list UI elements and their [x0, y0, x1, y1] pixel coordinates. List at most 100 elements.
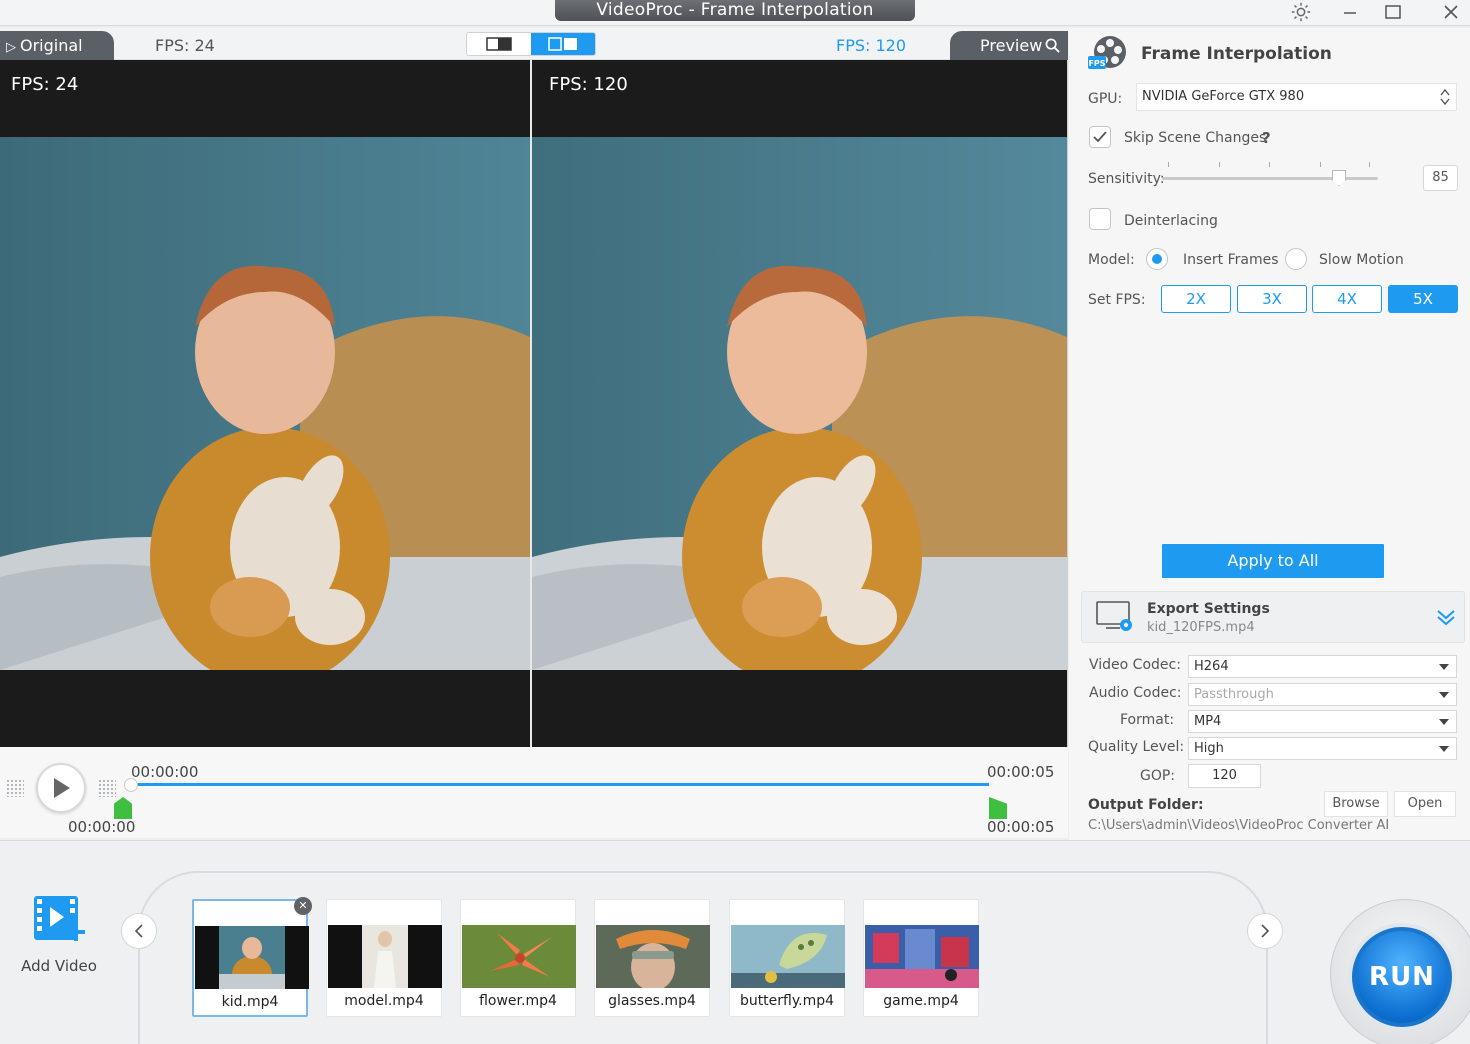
minimize-icon[interactable] [1330, 0, 1370, 24]
chevron-left-icon [134, 924, 143, 938]
export-settings-header[interactable]: Export Settings kid_120FPS.mp4 [1081, 591, 1465, 643]
grip-handle-right[interactable] [98, 779, 116, 797]
slider-tick [1168, 162, 1169, 167]
title-bar: VideoProc - Frame Interpolation [0, 0, 1470, 26]
fps-3x-button[interactable]: 3X [1237, 285, 1307, 313]
file-name: model.mp4 [344, 993, 424, 1009]
caret-down-icon [1439, 692, 1449, 698]
chevron-down-icon[interactable] [1436, 608, 1456, 626]
thumbnail-image [328, 925, 442, 988]
trim-end-handle[interactable] [989, 797, 1007, 819]
frame-interpolation-icon: FPS [1088, 36, 1126, 69]
trim-end-time: 00:00:05 [987, 818, 1055, 836]
timeline: 00:00:00 00:00:05 00:00:00 00:00:05 [0, 747, 1068, 838]
radio-slow-motion[interactable] [1285, 248, 1307, 270]
add-video-icon [34, 896, 85, 941]
search-icon [1045, 38, 1060, 53]
grip-handle-left[interactable] [6, 779, 24, 797]
sensitivity-value[interactable]: 85 [1423, 165, 1458, 191]
export-filename: kid_120FPS.mp4 [1147, 620, 1255, 635]
viewer-tab-bar: ▷ Original FPS: 24 FPS: 120 Preview [0, 28, 1068, 60]
playhead[interactable] [124, 778, 138, 792]
file-thumbnail[interactable]: model.mp4 [326, 899, 442, 1017]
browse-button[interactable]: Browse [1324, 791, 1388, 817]
play-button[interactable] [36, 763, 86, 813]
slider-tick [1219, 162, 1220, 167]
thumbnail-image [462, 925, 576, 988]
run-button[interactable]: RUN [1352, 927, 1452, 1027]
file-thumbnail[interactable]: ✕ kid.mp4 [192, 897, 312, 1017]
trim-start-handle[interactable] [114, 797, 132, 819]
panel-title: Frame Interpolation [1141, 44, 1332, 64]
output-folder-path: C:\Users\admin\Videos\VideoProc Converte… [1088, 818, 1390, 833]
video-codec-value: H264 [1194, 659, 1229, 674]
video-codec-select[interactable]: H264 [1188, 655, 1457, 678]
radio-insert-frames[interactable] [1146, 248, 1168, 270]
insert-frames-label: Insert Frames [1183, 252, 1279, 268]
tab-preview[interactable]: Preview [950, 31, 1068, 60]
skip-scene-checkbox[interactable] [1089, 126, 1111, 148]
help-icon[interactable]: ? [1262, 129, 1271, 147]
setfps-label: Set FPS: [1088, 292, 1146, 308]
single-view-button[interactable] [467, 33, 531, 55]
fps-4x-button[interactable]: 4X [1312, 285, 1382, 313]
format-select[interactable]: MP4 [1188, 710, 1457, 733]
format-value: MP4 [1194, 714, 1222, 729]
original-video-frame [0, 137, 530, 670]
file-name: game.mp4 [883, 993, 959, 1009]
tab-original-label: Original [20, 36, 83, 55]
maximize-icon[interactable] [1373, 0, 1413, 24]
thumbnail-image [195, 926, 309, 989]
video-codec-label: Video Codec: [1089, 657, 1181, 673]
check-icon [1093, 131, 1107, 143]
gop-input[interactable]: 120 [1188, 764, 1261, 788]
fps-5x-button[interactable]: 5X [1388, 285, 1458, 313]
quality-value: High [1194, 741, 1224, 756]
view-mode-toggle[interactable] [466, 32, 596, 56]
audio-codec-label: Audio Codec: [1089, 685, 1182, 701]
close-icon[interactable] [1431, 0, 1470, 24]
sensitivity-slider-thumb[interactable] [1332, 170, 1346, 186]
audio-codec-value: Passthrough [1194, 687, 1274, 702]
split-view-button[interactable] [531, 33, 595, 55]
preview-pane-label: FPS: 120 [549, 74, 628, 95]
scroll-left-button[interactable] [121, 913, 157, 949]
timeline-track[interactable] [131, 783, 989, 786]
settings-panel: FPS Frame Interpolation GPU: NVIDIA GeFo… [1069, 28, 1470, 840]
deinterlacing-label: Deinterlacing [1124, 213, 1218, 229]
tab-preview-label: Preview [980, 36, 1043, 55]
chevron-right-icon [1261, 924, 1270, 938]
add-video-label: Add Video [21, 957, 97, 975]
trim-start-time: 00:00:00 [68, 818, 136, 836]
window-title: VideoProc - Frame Interpolation [555, 0, 915, 21]
gop-label: GOP: [1140, 768, 1176, 784]
quality-select[interactable]: High [1188, 737, 1457, 760]
file-thumbnail[interactable]: flower.mp4 [460, 899, 576, 1017]
updown-icon [1440, 84, 1450, 119]
open-folder-button[interactable]: Open [1394, 791, 1456, 817]
thumbnail-image [596, 925, 710, 988]
tab-original[interactable]: ▷ Original [0, 31, 114, 60]
gear-icon[interactable] [1281, 0, 1321, 24]
output-folder-label: Output Folder: [1088, 797, 1204, 813]
file-thumbnail[interactable]: butterfly.mp4 [729, 899, 845, 1017]
audio-codec-select[interactable]: Passthrough [1188, 683, 1457, 706]
file-thumbnail[interactable]: game.mp4 [863, 899, 979, 1017]
gpu-select[interactable]: NVIDIA GeForce GTX 980 [1136, 83, 1457, 111]
svg-text:FPS: FPS [1088, 59, 1105, 68]
file-name: butterfly.mp4 [739, 993, 835, 1009]
sensitivity-label: Sensitivity: [1088, 171, 1165, 187]
remove-file-icon[interactable]: ✕ [294, 897, 312, 915]
quality-label: Quality Level: [1088, 739, 1185, 755]
deinterlacing-checkbox[interactable] [1089, 208, 1111, 230]
slow-motion-label: Slow Motion [1319, 252, 1404, 268]
slider-tick [1369, 162, 1370, 167]
export-settings-icon [1096, 601, 1132, 631]
preview-video-pane: FPS: 120 [532, 60, 1067, 747]
file-name: glasses.mp4 [608, 993, 696, 1009]
fps-2x-button[interactable]: 2X [1161, 285, 1231, 313]
apply-to-all-button[interactable]: Apply to All [1162, 544, 1384, 578]
scroll-right-button[interactable] [1247, 913, 1283, 949]
file-thumbnail[interactable]: glasses.mp4 [594, 899, 710, 1017]
add-video-button[interactable]: Add Video [20, 893, 98, 975]
